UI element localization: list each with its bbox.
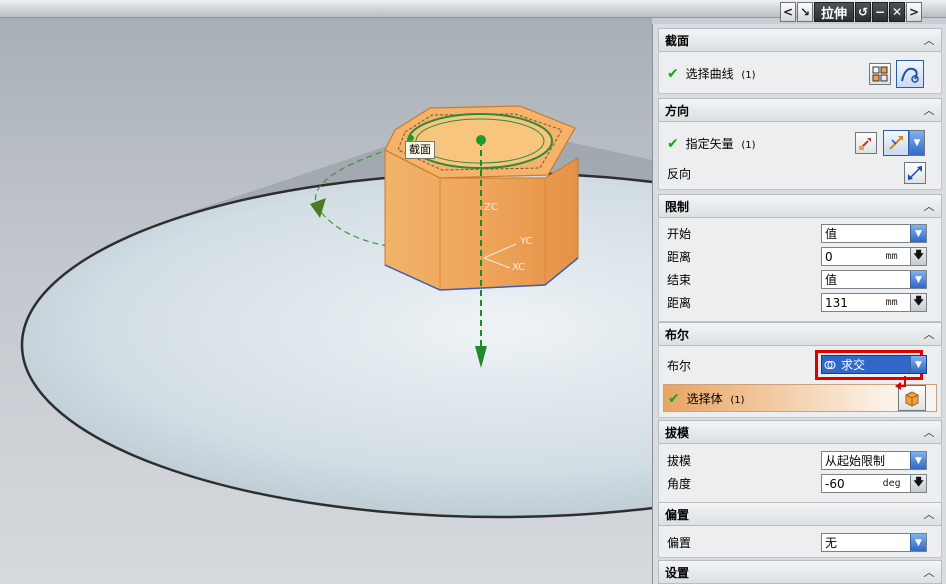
section-group-header[interactable]: 截面 ︿: [658, 28, 942, 52]
select-curve-count: (1): [741, 69, 756, 81]
end-distance-field[interactable]: 131 mm 🡇: [821, 293, 927, 312]
check-icon: ✔: [667, 135, 679, 152]
section-group-title: 截面: [665, 33, 690, 48]
settings-group-header[interactable]: 设置 ︿: [658, 560, 942, 584]
collapse-chevron-icon[interactable]: ︿: [921, 564, 937, 580]
vector-dropdown-arrow[interactable]: ▼: [909, 130, 925, 156]
boolean-type-value: 求交: [841, 358, 866, 372]
direction-group-body: ✔ 指定矢量 (1) ▼ 反向: [658, 122, 942, 190]
collapse-chevron-icon[interactable]: ︿: [921, 102, 937, 118]
section-tooltip: 截面: [405, 141, 435, 159]
offset-label: 偏置: [667, 535, 692, 550]
prev-arrow-button[interactable]: <: [780, 2, 796, 22]
start-label: 开始: [667, 226, 692, 241]
down-arrow-icon[interactable]: 🡇: [910, 475, 926, 492]
reverse-direction-row: 反向: [659, 162, 941, 184]
start-distance-label: 距离: [667, 249, 692, 264]
offset-group-header[interactable]: 偏置 ︿: [658, 502, 942, 526]
xc-axis-label: XC: [512, 262, 526, 273]
reverse-direction-label: 反向: [667, 166, 692, 181]
resize-icon[interactable]: ↘: [797, 2, 813, 22]
settings-group-title: 设置: [665, 565, 690, 580]
collapse-chevron-icon[interactable]: ︿: [921, 506, 937, 522]
minimize-button[interactable]: −: [872, 2, 889, 22]
down-arrow-icon[interactable]: 🡇: [910, 294, 926, 311]
check-icon: ✔: [668, 390, 680, 407]
draft-type-select[interactable]: 从起始限制 ▼: [821, 451, 927, 470]
close-button[interactable]: ✕: [889, 2, 906, 22]
graphics-viewport[interactable]: ZC YC XC 截面: [0, 0, 652, 584]
start-distance-unit: mm: [885, 251, 898, 262]
angle-value[interactable]: -60: [822, 477, 873, 491]
next-arrow-button[interactable]: >: [906, 2, 923, 22]
boolean-label: 布尔: [667, 358, 692, 373]
direction-group-header[interactable]: 方向 ︿: [658, 98, 942, 122]
section-group-body: ✔ 选择曲线 (1): [658, 52, 942, 94]
sketch-section-icon[interactable]: [869, 63, 891, 85]
extrude-dialog: 截面 ︿ ✔ 选择曲线 (1) 方向 ︿ ✔ 指定矢量 (1) ▼ 反向 限制 …: [652, 24, 946, 584]
boolean-type-select[interactable]: 求交 ▼: [821, 355, 927, 374]
select-body-label: 选择体: [686, 391, 723, 406]
start-distance-value[interactable]: 0: [822, 250, 873, 264]
end-distance-value[interactable]: 131: [822, 296, 873, 310]
direction-group-title: 方向: [665, 103, 690, 118]
chevron-down-icon[interactable]: ▼: [910, 225, 926, 242]
angle-label: 角度: [667, 476, 692, 491]
chevron-down-icon[interactable]: ▼: [910, 356, 926, 373]
specify-vector-label: 指定矢量: [685, 136, 734, 151]
intersect-icon: [822, 359, 838, 371]
collapse-chevron-icon[interactable]: ︿: [921, 198, 937, 214]
angle-unit: deg: [882, 478, 901, 489]
highlight-arrow-icon: [895, 376, 906, 390]
offset-type-select[interactable]: 无 ▼: [821, 533, 927, 552]
limits-group-body: 开始 值 ▼ 距离 0 mm 🡇 结束 值 ▼ 距离 131 mm 🡇: [658, 218, 942, 322]
3d-scene[interactable]: [0, 0, 652, 584]
reset-icon[interactable]: ↺: [855, 2, 872, 22]
draft-group-body: 拔模 从起始限制 ▼ 角度 -60 deg 🡇: [658, 444, 942, 504]
vector-dialog-icon[interactable]: [855, 132, 877, 154]
end-distance-unit: mm: [885, 297, 898, 308]
dialog-title: 拉伸: [814, 2, 855, 22]
end-distance-label: 距离: [667, 295, 692, 310]
offset-type-value: 无: [825, 536, 838, 550]
boolean-group-title: 布尔: [665, 327, 690, 342]
chevron-down-icon[interactable]: ▼: [910, 534, 926, 551]
offset-group-body: 偏置 无 ▼: [658, 526, 942, 558]
start-distance-field[interactable]: 0 mm 🡇: [821, 247, 927, 266]
limits-group-header[interactable]: 限制 ︿: [658, 194, 942, 218]
reverse-direction-icon[interactable]: [904, 162, 926, 184]
collapse-chevron-icon[interactable]: ︿: [921, 424, 937, 440]
select-curve-icon[interactable]: [896, 60, 924, 88]
chevron-down-icon[interactable]: ▼: [910, 452, 926, 469]
end-type-value: 值: [825, 273, 838, 287]
end-type-select[interactable]: 值 ▼: [821, 270, 927, 289]
dialog-titlebar: < ↘ 拉伸 ↺ − ✕ >: [780, 2, 923, 22]
zc-axis-label: ZC: [484, 202, 498, 213]
yc-axis-label: YC: [520, 236, 533, 247]
check-icon: ✔: [667, 65, 679, 82]
collapse-chevron-icon[interactable]: ︿: [921, 32, 937, 48]
chevron-down-icon[interactable]: ▼: [910, 271, 926, 288]
inferred-vector-icon[interactable]: [883, 130, 909, 156]
select-body-count: (1): [730, 394, 745, 406]
draft-group-header[interactable]: 拔模 ︿: [658, 420, 942, 444]
offset-group-title: 偏置: [665, 507, 690, 522]
boolean-group-header[interactable]: 布尔 ︿: [658, 322, 942, 346]
collapse-chevron-icon[interactable]: ︿: [921, 326, 937, 342]
start-type-value: 值: [825, 227, 838, 241]
draft-label: 拔模: [667, 453, 692, 468]
limits-group-title: 限制: [665, 199, 690, 214]
start-type-select[interactable]: 值 ▼: [821, 224, 927, 243]
boolean-group-body: 布尔 求交 ▼ ✔ 选择体 (1): [658, 346, 942, 418]
draft-group-title: 拔模: [665, 425, 690, 440]
select-curve-label: 选择曲线: [685, 66, 734, 81]
end-label: 结束: [667, 272, 692, 287]
draft-type-value: 从起始限制: [825, 454, 886, 468]
specify-vector-count: (1): [741, 139, 756, 151]
vector-origin: [476, 135, 486, 145]
down-arrow-icon[interactable]: 🡇: [910, 248, 926, 265]
angle-field[interactable]: -60 deg 🡇: [821, 474, 927, 493]
